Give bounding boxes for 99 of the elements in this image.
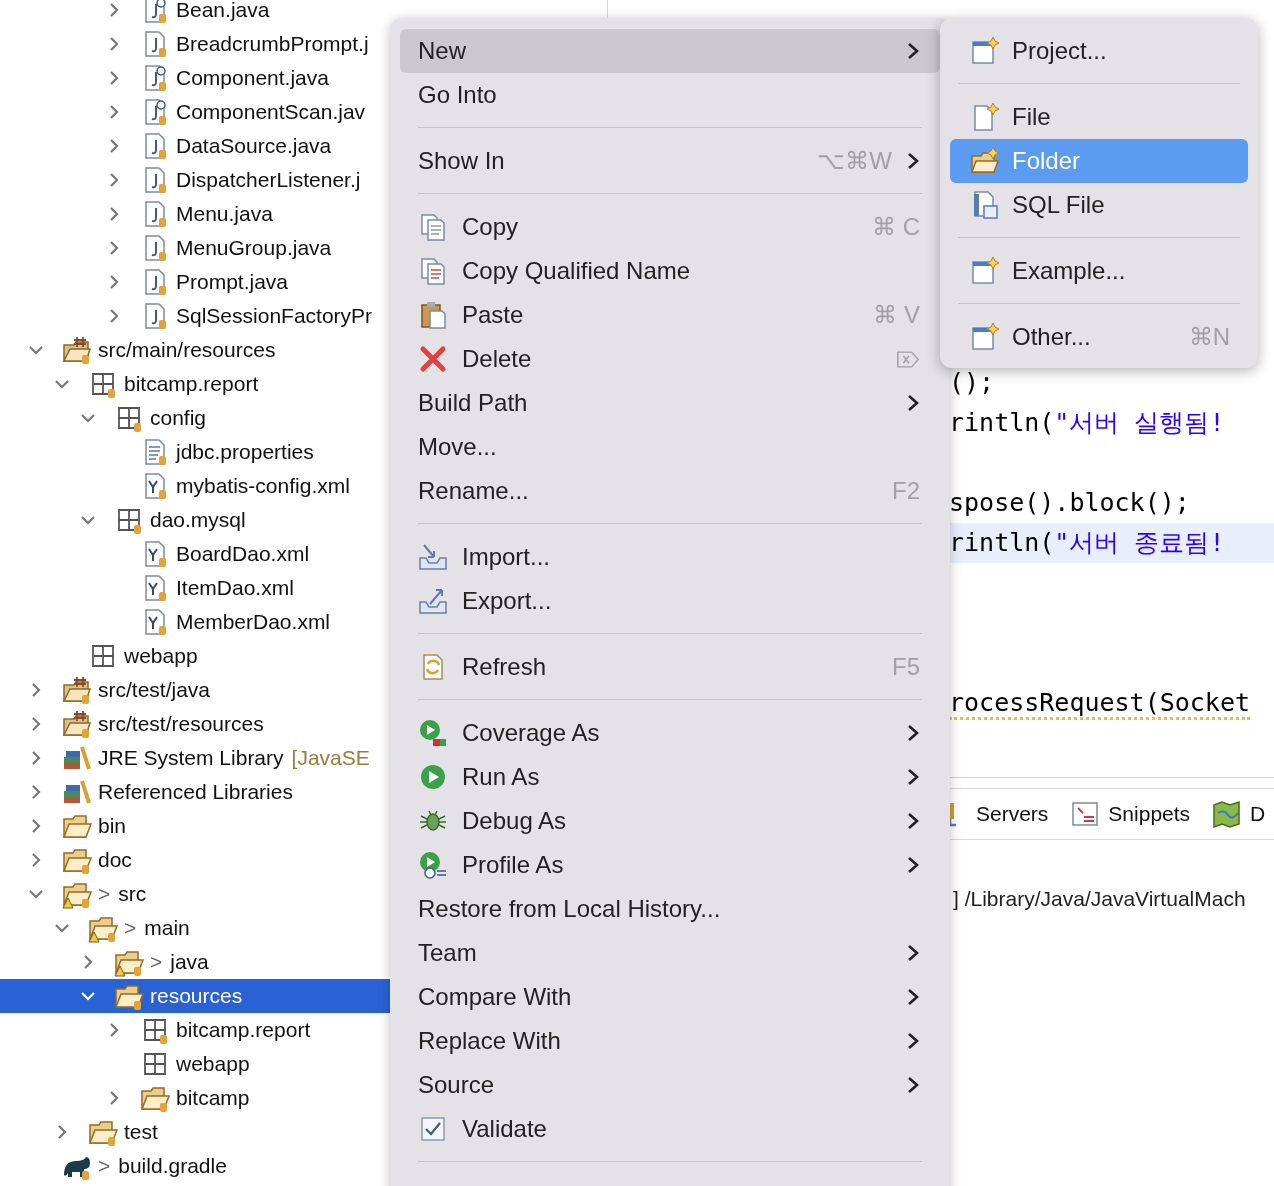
tree-item-label: build.gradle (118, 1154, 227, 1178)
tree-item-label: MenuGroup.java (176, 236, 332, 260)
shortcut-label: ⌥⌘W (817, 147, 892, 175)
import-icon (418, 542, 448, 572)
menu-item[interactable]: Debug As (400, 799, 940, 843)
git-change-marker: > (98, 1154, 111, 1178)
tree-item-label: webapp (176, 1052, 250, 1076)
tree-item-label: bitcamp.report (176, 1018, 311, 1042)
tree-item-label: src (118, 882, 147, 906)
delete-key-icon (896, 349, 920, 369)
tree-item-label: BreadcrumbPrompt.j (176, 32, 369, 56)
tree-item-label: jdbc.properties (176, 440, 314, 464)
tree-item-label: bin (98, 814, 127, 838)
tree-item-label: main (144, 916, 190, 940)
menu-item[interactable]: Copy Qualified Name (400, 249, 940, 293)
tree-item-label: src/test/resources (98, 712, 264, 736)
tree-item-label: java (170, 950, 209, 974)
export-icon (418, 586, 448, 616)
tree-item-label: ComponentScan.jav (176, 100, 366, 124)
profile-icon (418, 850, 448, 880)
menu-item[interactable]: Other... ⌘N (950, 315, 1248, 359)
library-version: [JavaSE (291, 746, 370, 770)
shortcut-label: ⌘ C (872, 213, 920, 241)
tree-item-label: mybatis-config.xml (176, 474, 350, 498)
shortcut-label: F5 (892, 653, 920, 681)
menu-item[interactable]: New (400, 29, 940, 73)
shortcut-label: ⌘ V (873, 301, 920, 329)
copy-icon (418, 212, 448, 242)
tree-item-label: Referenced Libraries (98, 780, 293, 804)
menu-item[interactable]: Refresh F5 (400, 645, 940, 689)
tree-item-label: MemberDao.xml (176, 610, 331, 634)
source-folder-icon (62, 675, 92, 705)
tree-item-label: Prompt.java (176, 270, 289, 294)
tree-item-label: doc (98, 848, 132, 872)
tree-item-label: BoardDao.xml (176, 542, 310, 566)
tree-item-label: config (150, 406, 207, 430)
paste-icon (418, 300, 448, 330)
tree-item-label: DataSource.java (176, 134, 332, 158)
copy-qualified-icon (418, 256, 448, 286)
menu-item[interactable]: Delete (400, 337, 940, 381)
shortcut-label: ⌘N (1188, 323, 1230, 351)
menu-item[interactable]: Move... (400, 425, 940, 469)
source-folder-icon (62, 709, 92, 739)
coverage-icon (418, 718, 448, 748)
snippets-icon (1070, 799, 1101, 829)
tree-row[interactable]: Bean.java (0, 0, 607, 27)
shortcut-label: F2 (892, 477, 920, 505)
menu-item[interactable]: File (950, 95, 1248, 139)
menu-item[interactable]: SQL File (950, 183, 1248, 227)
menu-item[interactable]: Profile As (400, 843, 940, 887)
tree-item-label: Bean.java (176, 0, 270, 22)
menu-item[interactable]: Paste ⌘ V (400, 293, 940, 337)
tree-item-label: ItemDao.xml (176, 576, 294, 600)
tree-row[interactable]: > build.gradle (0, 1149, 607, 1183)
menu-item[interactable]: Replace With (400, 1019, 940, 1063)
menu-item[interactable]: Project... (950, 29, 1248, 73)
code-line: spose().block(); (949, 487, 1191, 519)
code-line: rintln("서버 실행됨! (949, 407, 1226, 439)
tree-item-label: Component.java (176, 66, 329, 90)
menu-item[interactable]: Coverage As (400, 711, 940, 755)
tree-item-label: SqlSessionFactoryPr (176, 304, 373, 328)
tree-item-label: bitcamp (176, 1086, 250, 1110)
menu-item[interactable]: Team (400, 931, 940, 975)
git-change-marker: > (98, 882, 111, 906)
git-change-marker: > (124, 916, 137, 940)
source-folder-icon (62, 335, 92, 365)
tree-item-label: src/test/java (98, 678, 211, 702)
view-tab[interactable]: Snippets (1070, 799, 1191, 829)
new-window-icon (970, 256, 1000, 286)
menu-item[interactable]: Go Into (400, 73, 940, 117)
menu-item[interactable]: Example... (950, 249, 1248, 293)
delete-icon (418, 344, 448, 374)
tree-item-label: test (124, 1120, 158, 1144)
tree-item-label: Menu.java (176, 202, 273, 226)
tree-item-label: DispatcherListener.j (176, 168, 361, 192)
menu-item[interactable]: Show In ⌥⌘W (400, 139, 940, 183)
code-line: (); (949, 367, 996, 399)
view-tab[interactable]: D (1212, 799, 1266, 829)
menu-item[interactable]: Restore from Local History... (400, 887, 940, 931)
new-window-icon (970, 36, 1000, 66)
tree-item-label: JRE System Library (98, 746, 284, 770)
console-output: ] /Library/Java/JavaVirtualMach (953, 887, 1247, 911)
map-icon (1212, 799, 1243, 829)
menu-item[interactable]: Source (400, 1063, 940, 1107)
menu-item[interactable]: Validate (400, 1107, 940, 1151)
tree-item-label: webapp (124, 644, 198, 668)
menu-item[interactable]: Build Path (400, 381, 940, 425)
menu-item[interactable]: Run As (400, 755, 940, 799)
menu-item[interactable]: Export... (400, 579, 940, 623)
tree-item-label: src/main/resources (98, 338, 276, 362)
git-change-marker: > (150, 950, 163, 974)
new-folder-icon (970, 146, 1000, 176)
tree-item-label: dao.mysql (150, 508, 246, 532)
new-window-icon (970, 322, 1000, 352)
tree-item-label: bitcamp.report (124, 372, 259, 396)
menu-item[interactable]: Copy ⌘ C (400, 205, 940, 249)
menu-item[interactable]: Import... (400, 535, 940, 579)
tree-item-label: resources (150, 984, 243, 1008)
run-icon (418, 762, 448, 792)
